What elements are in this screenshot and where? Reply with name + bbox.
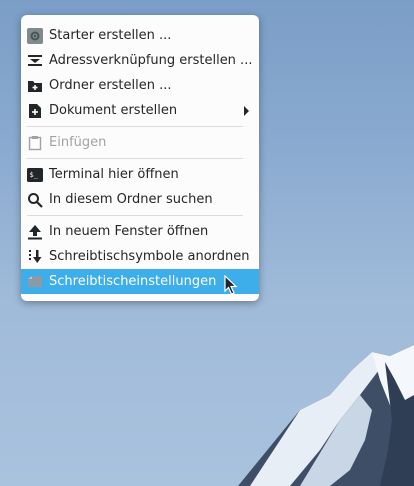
terminal-icon: $_: [27, 168, 43, 182]
menu-item-label: Adressverknüpfung erstellen ...: [49, 53, 253, 68]
submenu-arrow-icon: [244, 106, 249, 116]
menu-item-open-terminal[interactable]: $_ Terminal hier öffnen: [21, 162, 259, 187]
desktop[interactable]: Starter erstellen ... Adressverknüpfung …: [0, 0, 414, 486]
desktop-settings-icon: [28, 276, 42, 287]
mouse-pointer-icon: [224, 275, 238, 295]
menu-item-label: In neuem Fenster öffnen: [49, 224, 209, 239]
gear-icon: [27, 28, 43, 44]
menu-separator: [27, 126, 243, 127]
upload-arrow-icon: [28, 225, 42, 240]
menu-separator: [27, 158, 243, 159]
menu-item-create-launcher[interactable]: Starter erstellen ...: [21, 23, 259, 48]
menu-item-label: Starter erstellen ...: [49, 28, 172, 43]
menu-item-label: Terminal hier öffnen: [49, 167, 179, 182]
menu-item-search-folder[interactable]: In diesem Ordner suchen: [21, 187, 259, 212]
menu-item-open-new-window[interactable]: In neuem Fenster öffnen: [21, 219, 259, 244]
menu-item-label: Schreibtischsymbole anordnen: [49, 249, 250, 264]
menu-item-label: Ordner erstellen ...: [49, 78, 172, 93]
menu-item-label: Schreibtischeinstellungen: [49, 274, 217, 289]
menu-item-arrange-icons[interactable]: Schreibtischsymbole anordnen: [21, 244, 259, 269]
menu-separator: [27, 215, 243, 216]
menu-item-label: Einfügen: [49, 135, 107, 150]
menu-item-label: In diesem Ordner suchen: [49, 192, 213, 207]
new-document-icon: [29, 104, 41, 118]
menu-item-create-document[interactable]: Dokument erstellen: [21, 98, 259, 123]
menu-item-label: Dokument erstellen: [49, 103, 178, 118]
menu-item-create-link[interactable]: Adressverknüpfung erstellen ...: [21, 48, 259, 73]
sort-icon: [29, 250, 42, 263]
link-icon: [28, 55, 42, 66]
desktop-context-menu: Starter erstellen ... Adressverknüpfung …: [21, 15, 259, 301]
new-folder-icon: [28, 81, 42, 92]
menu-item-create-folder[interactable]: Ordner erstellen ...: [21, 73, 259, 98]
paste-icon: [28, 136, 42, 151]
svg-text:$_: $_: [30, 171, 39, 179]
search-icon: [28, 193, 43, 208]
menu-item-paste[interactable]: Einfügen: [21, 130, 259, 155]
